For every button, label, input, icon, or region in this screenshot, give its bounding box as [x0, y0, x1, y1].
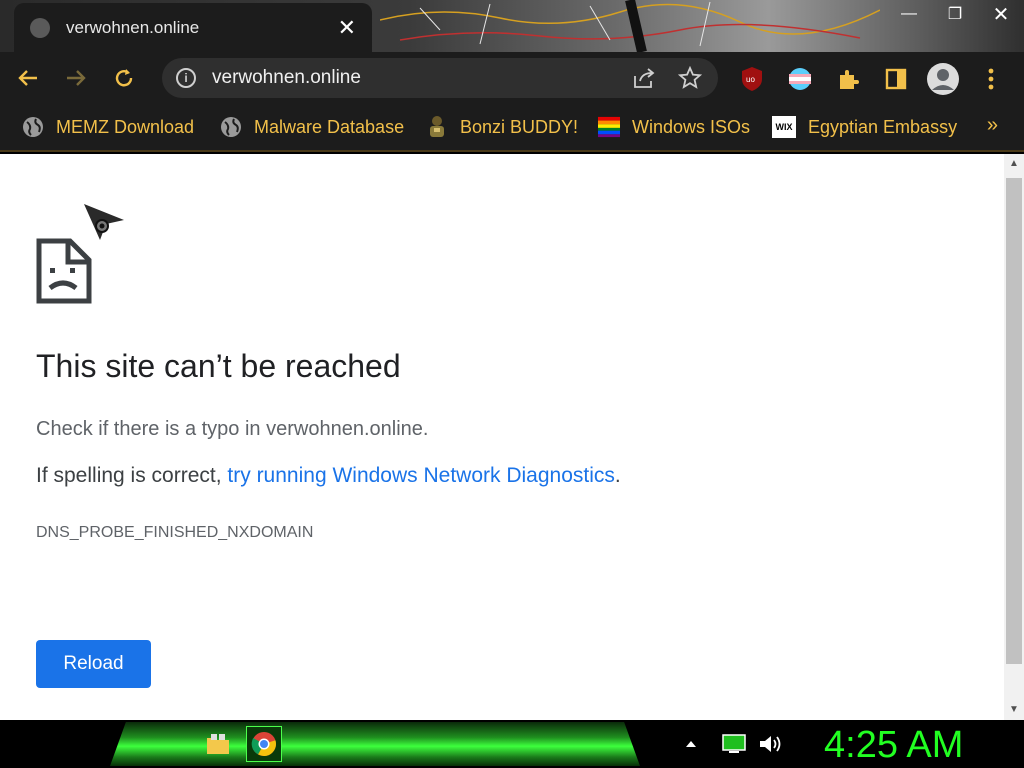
globe-icon	[22, 116, 44, 138]
scroll-thumb[interactable]	[1006, 178, 1022, 664]
bookmark-label: Windows ISOs	[632, 116, 751, 137]
bonzi-icon	[426, 116, 448, 138]
browser-tab[interactable]: verwohnen.online ✕	[14, 3, 372, 52]
sad-document-icon	[36, 238, 92, 304]
taskbar: 4:25 AM	[0, 720, 1024, 768]
tab-title: verwohnen.online	[66, 17, 200, 37]
taskbar-clock[interactable]: 4:25 AM	[824, 724, 963, 767]
file-explorer-icon[interactable]	[200, 726, 236, 762]
mouse-cursor-icon	[84, 204, 124, 240]
svg-text:uo: uo	[746, 75, 755, 84]
error-hint: If spelling is correct, try running Wind…	[36, 464, 621, 488]
scroll-down-arrow-icon[interactable]: ▼	[1008, 704, 1020, 716]
chrome-taskbar-icon[interactable]	[246, 726, 282, 762]
page-content: This site can’t be reached Check if ther…	[0, 154, 1004, 720]
back-button[interactable]	[8, 58, 48, 98]
side-panel-icon[interactable]	[883, 66, 909, 92]
network-diagnostics-link[interactable]: try running Windows Network Diagnostics	[227, 464, 614, 487]
ublock-icon[interactable]: uo	[739, 66, 765, 92]
bookmark-windows-isos[interactable]: Windows ISOs	[598, 114, 750, 140]
menu-kebab-icon[interactable]	[978, 66, 1004, 92]
window-controls: — ❐ ✕	[886, 0, 1024, 30]
reload-toolbar-button[interactable]	[104, 58, 144, 98]
bookmark-label: MEMZ Download	[56, 116, 195, 137]
bookmark-egyptian-embassy[interactable]: WIX Egyptian Embassy	[772, 114, 957, 140]
bookmark-label: Egyptian Embassy	[808, 116, 958, 137]
network-icon[interactable]	[720, 732, 748, 756]
browser-toolbar: i verwohnen.online uo	[0, 52, 1024, 104]
error-code: DNS_PROBE_FINISHED_NXDOMAIN	[36, 524, 314, 541]
globe-icon	[30, 17, 50, 38]
bookmark-label: Malware Database	[254, 116, 405, 137]
restore-button[interactable]: ❐	[932, 0, 978, 28]
site-info-icon[interactable]: i	[176, 68, 196, 88]
profile-avatar-icon[interactable]	[926, 62, 960, 96]
forward-button[interactable]	[56, 58, 96, 98]
taskbar-glow	[110, 722, 640, 766]
wix-icon: WIX	[772, 116, 796, 138]
bookmark-bonzi-buddy[interactable]: Bonzi BUDDY!	[426, 114, 578, 140]
rainbow-flag-icon	[598, 116, 620, 138]
bookmark-label: Bonzi BUDDY!	[460, 116, 579, 137]
forward-arrow-icon	[67, 70, 86, 86]
address-url[interactable]: verwohnen.online	[212, 67, 612, 89]
bookmark-malware-database[interactable]: Malware Database	[220, 114, 404, 140]
error-hint-prefix: If spelling is correct,	[36, 464, 228, 487]
error-description: Check if there is a typo in verwohnen.on…	[36, 418, 429, 440]
wallpaper-scribble	[380, 0, 880, 52]
volume-icon[interactable]	[756, 732, 784, 756]
title-bar: verwohnen.online ✕ — ❐ ✕	[0, 0, 1024, 52]
bookmark-memz-download[interactable]: MEMZ Download	[22, 114, 194, 140]
wix-badge-text: WIX	[775, 122, 793, 132]
minimize-button[interactable]: —	[886, 0, 932, 28]
globe-icon	[220, 116, 242, 138]
refresh-icon	[115, 69, 133, 87]
error-title: This site can’t be reached	[36, 348, 401, 384]
tab-close-icon[interactable]: ✕	[338, 15, 356, 41]
close-window-button[interactable]: ✕	[978, 0, 1024, 28]
tray-overflow-icon[interactable]	[682, 732, 700, 756]
scroll-up-arrow-icon[interactable]: ▲	[1008, 158, 1020, 170]
share-icon[interactable]	[630, 64, 658, 92]
star-icon[interactable]	[676, 64, 704, 92]
error-hint-suffix: .	[614, 464, 621, 487]
trans-flag-extension-icon[interactable]	[787, 66, 813, 92]
extensions-puzzle-icon[interactable]	[835, 66, 861, 92]
address-bar[interactable]: i verwohnen.online	[162, 58, 718, 98]
reload-button[interactable]: Reload	[36, 640, 151, 688]
bookmarks-overflow-button[interactable]: »	[987, 114, 998, 137]
vertical-scrollbar[interactable]: ▲ ▼	[1004, 154, 1024, 720]
bookmarks-bar: MEMZ Download Malware Database Bonzi BUD…	[0, 104, 1024, 152]
back-arrow-icon	[18, 70, 37, 86]
